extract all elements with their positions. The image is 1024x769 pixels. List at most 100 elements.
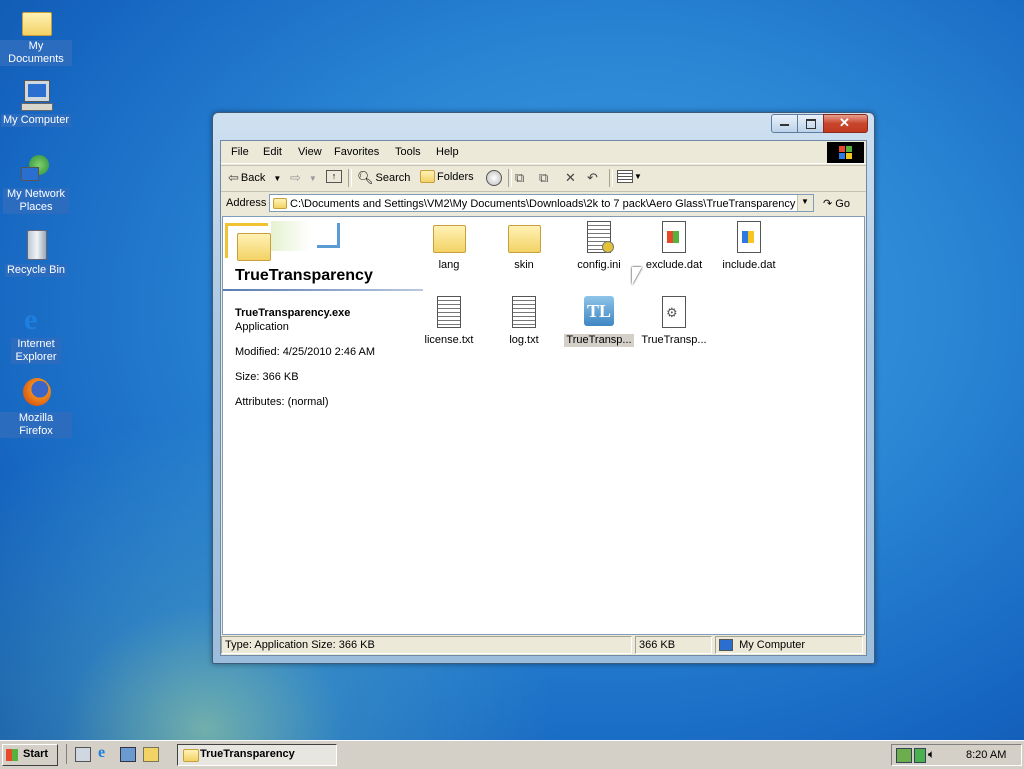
text-file-icon — [507, 296, 541, 330]
desktop-icon-recycle-bin[interactable]: Recycle Bin — [0, 228, 72, 277]
folder-icon — [432, 221, 466, 255]
info-modified: Modified: 4/25/2010 2:46 AM — [235, 346, 376, 358]
chevron-down-icon: ▼ — [801, 197, 809, 206]
mouse-cursor-icon — [632, 267, 642, 285]
status-type: Type: Application Size: 366 KB — [221, 636, 632, 654]
address-label: Address — [226, 197, 267, 209]
file-item-include-dat[interactable]: include.dat — [710, 221, 788, 272]
back-button[interactable]: ⇦ Back ▼ — [228, 170, 281, 186]
folder-title: TrueTransparency — [235, 267, 373, 284]
desktop-icon-internet-explorer[interactable]: e Internet Explorer — [0, 302, 72, 364]
menu-view[interactable]: View — [298, 146, 322, 158]
toolbar: ⇦ Back ▼ ⇨ ▼ ↑ 🔍︎ Search Folders ⧉ ⧉ ✕ ↶… — [221, 165, 866, 190]
views-icon — [617, 170, 633, 183]
go-button[interactable]: ↷ Go — [823, 197, 850, 210]
explorer-window: ✕ File Edit View Favorites Tools Help ⇦ … — [212, 112, 875, 664]
go-arrow-icon: ↷ — [823, 198, 833, 210]
desktop-icon-my-documents[interactable]: My Documents — [0, 4, 72, 66]
address-bar: Address C:\Documents and Settings\VM2\My… — [221, 191, 866, 216]
ie-icon: e — [24, 303, 38, 336]
clock[interactable]: 8:20 AM — [966, 749, 1006, 761]
undo-icon: ↶ — [587, 170, 598, 185]
move-to-icon: ⧉ — [515, 170, 525, 185]
delete-button[interactable]: ✕ — [565, 170, 576, 186]
chevron-down-icon: ▼ — [308, 173, 317, 183]
menu-edit[interactable]: Edit — [263, 146, 282, 158]
network-icon — [19, 152, 53, 186]
windows-logo-icon — [6, 749, 18, 761]
folders-icon — [420, 170, 435, 183]
info-attributes: Attributes: (normal) — [235, 396, 329, 408]
maximize-button[interactable] — [797, 114, 824, 133]
file-view: TrueTransparency TrueTransparency.exe Ap… — [222, 216, 865, 635]
menu-bar: File Edit View Favorites Tools Help — [221, 141, 866, 164]
delete-icon: ✕ — [565, 170, 576, 185]
forward-arrow-icon: ⇨ — [290, 170, 301, 185]
up-folder-button[interactable]: ↑ — [326, 170, 342, 183]
desktop-icon-mozilla-firefox[interactable]: Mozilla Firefox — [0, 376, 72, 438]
info-size: Size: 366 KB — [235, 371, 299, 383]
folder-icon — [507, 221, 541, 255]
computer-icon — [719, 639, 733, 652]
copy-to-button[interactable]: ⧉ — [539, 170, 548, 186]
settings-file-icon: ⚙ — [657, 296, 691, 330]
move-to-button[interactable]: ⧉ — [515, 170, 524, 186]
info-panel: TrueTransparency TrueTransparency.exe Ap… — [223, 217, 423, 634]
history-button[interactable] — [486, 170, 502, 186]
windows-logo-icon — [827, 142, 864, 163]
status-size: 366 KB — [635, 636, 712, 654]
history-icon — [486, 170, 502, 186]
folder-documents-icon — [19, 4, 53, 38]
file-item-exclude-dat[interactable]: exclude.dat — [635, 221, 713, 272]
info-file-type: Application — [235, 321, 289, 333]
chevron-down-icon: ▼ — [273, 173, 282, 183]
truetransparency-app-icon: TL — [582, 296, 616, 330]
copy-to-icon: ⧉ — [539, 170, 549, 185]
close-button[interactable]: ✕ — [823, 114, 868, 133]
file-item-license-txt[interactable]: license.txt — [410, 296, 488, 347]
address-dropdown-button[interactable]: ▼ — [797, 195, 813, 211]
start-button[interactable]: Start — [2, 744, 58, 766]
status-bar: Type: Application Size: 366 KB 366 KB My… — [221, 636, 866, 654]
caption-buttons: ✕ — [771, 114, 868, 133]
undo-button[interactable]: ↶ — [587, 170, 598, 186]
file-item-lang[interactable]: lang — [410, 221, 488, 272]
back-arrow-icon: ⇦ — [228, 170, 239, 185]
dat-file-icon — [657, 221, 691, 255]
search-quicklaunch-icon[interactable] — [143, 747, 159, 762]
folder-banner-graphic — [225, 221, 341, 263]
menu-file[interactable]: File — [231, 146, 249, 158]
search-button[interactable]: 🔍︎ Search — [357, 170, 410, 186]
desktop-icon-my-computer[interactable]: My Computer — [0, 78, 72, 127]
file-item-skin[interactable]: skin — [485, 221, 563, 272]
info-file-name: TrueTransparency.exe — [235, 307, 351, 319]
menu-tools[interactable]: Tools — [395, 146, 421, 158]
forward-button[interactable]: ⇨ ▼ — [290, 170, 317, 186]
firefox-icon — [19, 376, 53, 410]
menu-favorites[interactable]: Favorites — [334, 146, 379, 158]
address-input[interactable]: C:\Documents and Settings\VM2\My Documen… — [269, 194, 814, 212]
taskbar: Start e TrueTransparency 🔈︎ 8:20 AM — [0, 740, 1024, 769]
network-tray-icon[interactable] — [896, 748, 912, 763]
file-item-truetransparency-config[interactable]: ⚙ TrueTransp... — [635, 296, 713, 347]
outlook-express-icon[interactable] — [120, 747, 136, 762]
views-button[interactable]: ▼ — [617, 170, 642, 183]
up-folder-icon: ↑ — [326, 170, 342, 183]
file-item-log-txt[interactable]: log.txt — [485, 296, 563, 347]
volume-icon[interactable]: 🔈︎ — [928, 747, 935, 762]
folder-icon — [183, 749, 199, 762]
file-item-truetransparency-exe[interactable]: TL TrueTransp... — [560, 296, 638, 347]
menu-help[interactable]: Help — [436, 146, 459, 158]
minimize-button[interactable] — [771, 114, 798, 133]
file-item-config-ini[interactable]: config.ini — [560, 221, 638, 272]
search-icon: 🔍︎ — [357, 170, 374, 185]
tray-app-icon[interactable] — [914, 748, 926, 763]
chevron-down-icon: ▼ — [634, 172, 642, 181]
show-desktop-icon[interactable] — [75, 747, 91, 762]
folders-button[interactable]: Folders — [420, 170, 474, 183]
system-tray: 🔈︎ 8:20 AM — [891, 744, 1022, 766]
ie-quicklaunch-icon[interactable]: e — [98, 744, 105, 762]
folder-icon — [273, 198, 287, 209]
desktop-icon-my-network-places[interactable]: My Network Places — [0, 152, 72, 214]
taskbar-button-truetransparency[interactable]: TrueTransparency — [177, 744, 337, 766]
